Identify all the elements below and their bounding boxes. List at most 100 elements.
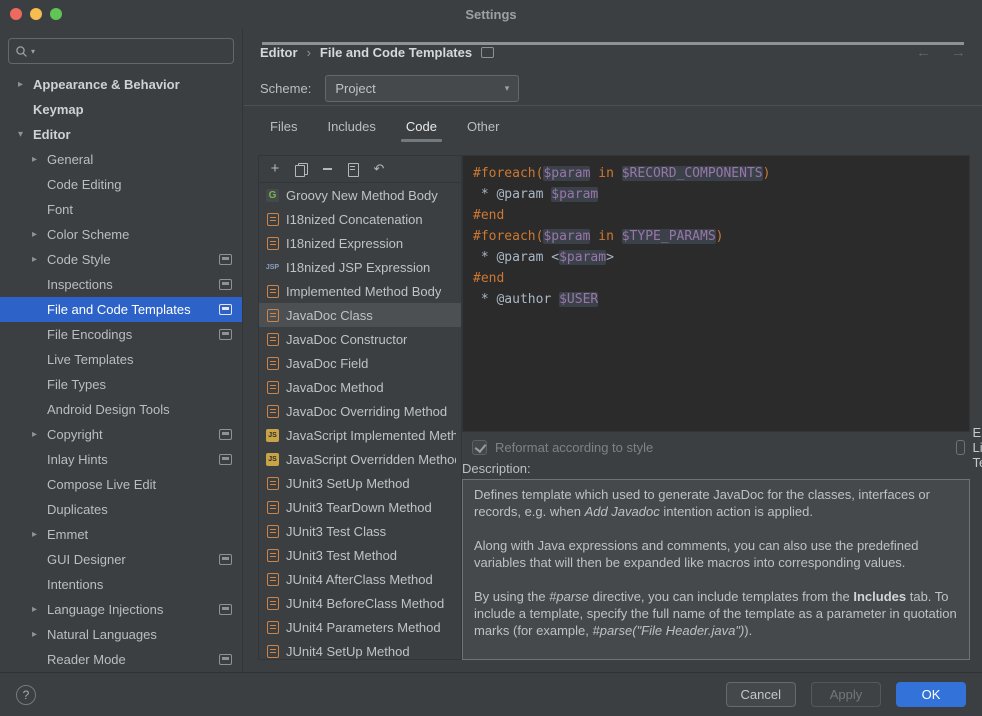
template-item-i18nized-expression[interactable]: I18nized Expression — [259, 231, 461, 255]
template-file-icon — [264, 404, 281, 419]
search-options-chevron-icon[interactable]: ▾ — [31, 47, 35, 56]
template-file-icon — [264, 620, 281, 635]
sidebar-item-android-design-tools[interactable]: Android Design Tools — [0, 397, 242, 422]
sidebar-item-appearance-behavior[interactable]: ▸Appearance & Behavior — [0, 72, 242, 97]
tab-includes[interactable]: Includes — [315, 108, 387, 144]
template-item-implemented-method-body[interactable]: Implemented Method Body — [259, 279, 461, 303]
template-item-javadoc-method[interactable]: JavaDoc Method — [259, 375, 461, 399]
template-file-icon — [264, 548, 281, 563]
template-item-junit4-setup-method[interactable]: JUnit4 SetUp Method — [259, 639, 461, 659]
template-item-junit3-teardown-method[interactable]: JUnit3 TearDown Method — [259, 495, 461, 519]
chevron-right-icon[interactable]: ▸ — [32, 529, 47, 540]
template-item-i18nized-jsp-expression[interactable]: JSPI18nized JSP Expression — [259, 255, 461, 279]
sidebar-item-code-style[interactable]: ▸Code Style — [0, 247, 242, 272]
template-item-javascript-implemented-method[interactable]: JSJavaScript Implemented Method — [259, 423, 461, 447]
sidebar-item-emmet[interactable]: ▸Emmet — [0, 522, 242, 547]
sidebar-item-inspections[interactable]: Inspections — [0, 272, 242, 297]
sidebar-item-gui-designer[interactable]: GUI Designer — [0, 547, 242, 572]
screen-settings-icon — [219, 554, 232, 565]
search-input[interactable] — [38, 44, 227, 59]
sidebar-item-editor[interactable]: ▾Editor — [0, 122, 242, 147]
code-line: * @author $USER — [473, 289, 959, 310]
forward-arrow-icon[interactable]: → — [951, 44, 966, 61]
window-title: Settings — [0, 0, 982, 28]
sidebar-item-code-editing[interactable]: Code Editing — [0, 172, 242, 197]
description-box[interactable]: Defines template which used to generate … — [462, 479, 970, 660]
sidebar-item-natural-languages[interactable]: ▸Natural Languages — [0, 622, 242, 647]
template-item-junit4-beforeclass-method[interactable]: JUnit4 BeforeClass Method — [259, 591, 461, 615]
template-item-junit3-test-method[interactable]: JUnit3 Test Method — [259, 543, 461, 567]
sidebar-item-duplicates[interactable]: Duplicates — [0, 497, 242, 522]
template-code-editor[interactable]: #foreach($param in $RECORD_COMPONENTS) *… — [462, 155, 970, 432]
screen-settings-icon — [219, 329, 232, 340]
template-item-javadoc-field[interactable]: JavaDoc Field — [259, 351, 461, 375]
sidebar-item-file-and-code-templates[interactable]: File and Code Templates — [0, 297, 242, 322]
chevron-right-icon[interactable]: ▸ — [32, 604, 47, 615]
duplicate-icon[interactable] — [344, 161, 362, 177]
template-file-icon — [264, 236, 281, 251]
template-item-junit3-setup-method[interactable]: JUnit3 SetUp Method — [259, 471, 461, 495]
main-panel: Editor › File and Code Templates ← → Sch… — [244, 28, 982, 672]
template-file-icon — [264, 524, 281, 539]
chevron-right-icon[interactable]: ▸ — [32, 229, 47, 240]
template-item-junit3-test-class[interactable]: JUnit3 Test Class — [259, 519, 461, 543]
sidebar-item-copyright[interactable]: ▸Copyright — [0, 422, 242, 447]
chevron-right-icon[interactable]: ▸ — [32, 429, 47, 440]
template-item-junit4-parameters-method[interactable]: JUnit4 Parameters Method — [259, 615, 461, 639]
sidebar-item-file-encodings[interactable]: File Encodings — [0, 322, 242, 347]
sidebar-item-file-types[interactable]: File Types — [0, 372, 242, 397]
sidebar-item-label: Copyright — [47, 427, 103, 442]
template-item-javadoc-constructor[interactable]: JavaDoc Constructor — [259, 327, 461, 351]
sidebar-item-color-scheme[interactable]: ▸Color Scheme — [0, 222, 242, 247]
remove-icon[interactable] — [318, 161, 336, 177]
sidebar-item-label: Language Injections — [47, 602, 163, 617]
sidebar-item-label: Code Editing — [47, 177, 121, 192]
help-button[interactable]: ? — [16, 685, 36, 705]
template-item-groovy-new-method-body[interactable]: GGroovy New Method Body — [259, 183, 461, 207]
scheme-select[interactable]: Project ▾ — [325, 75, 519, 102]
sidebar-item-font[interactable]: Font — [0, 197, 242, 222]
chevron-right-icon[interactable]: ▸ — [18, 79, 33, 90]
sidebar-item-live-templates[interactable]: Live Templates — [0, 347, 242, 372]
search-icon — [15, 45, 28, 58]
options-row: Reformat according to style Enable Live … — [462, 434, 970, 460]
enable-live-templates-checkbox[interactable]: Enable Live Templates — [956, 434, 982, 460]
back-arrow-icon[interactable]: ← — [916, 44, 931, 61]
settings-search-field[interactable]: ▾ — [8, 38, 234, 64]
titlebar: Settings — [0, 0, 982, 28]
sidebar-item-inlay-hints[interactable]: Inlay Hints — [0, 447, 242, 472]
add-icon[interactable] — [266, 161, 284, 177]
screen-settings-icon — [219, 304, 232, 315]
chevron-right-icon[interactable]: ▸ — [32, 154, 47, 165]
chevron-right-icon[interactable]: ▸ — [32, 254, 47, 265]
history-nav: ← → — [916, 44, 966, 61]
sidebar-item-intentions[interactable]: Intentions — [0, 572, 242, 597]
chevron-right-icon[interactable]: ▸ — [32, 629, 47, 640]
template-item-label: I18nized JSP Expression — [286, 260, 430, 275]
sidebar-item-reader-mode[interactable]: Reader Mode — [0, 647, 242, 672]
template-item-i18nized-concatenation[interactable]: I18nized Concatenation — [259, 207, 461, 231]
template-item-label: Implemented Method Body — [286, 284, 441, 299]
chevron-down-icon[interactable]: ▾ — [18, 129, 33, 140]
template-item-label: JavaDoc Class — [286, 308, 373, 323]
reformat-checkbox[interactable]: Reformat according to style — [472, 434, 653, 460]
template-item-javadoc-class[interactable]: JavaDoc Class — [259, 303, 461, 327]
sidebar-item-general[interactable]: ▸General — [0, 147, 242, 172]
rollback-icon[interactable] — [370, 161, 388, 177]
tab-other[interactable]: Other — [455, 108, 512, 144]
tab-files[interactable]: Files — [258, 108, 309, 144]
cancel-button[interactable]: Cancel — [726, 682, 796, 707]
tab-code[interactable]: Code — [394, 108, 449, 144]
sidebar-item-keymap[interactable]: Keymap — [0, 97, 242, 122]
sidebar-item-compose-live-edit[interactable]: Compose Live Edit — [0, 472, 242, 497]
copy-icon[interactable] — [292, 161, 310, 177]
ok-button[interactable]: OK — [896, 682, 966, 707]
template-item-javadoc-overriding-method[interactable]: JavaDoc Overriding Method — [259, 399, 461, 423]
apply-button[interactable]: Apply — [811, 682, 881, 707]
sidebar-item-label: Font — [47, 202, 73, 217]
template-item-javascript-overridden-method[interactable]: JSJavaScript Overridden Method — [259, 447, 461, 471]
sidebar-item-label: File and Code Templates — [47, 302, 191, 317]
settings-tree: ▸Appearance & BehaviorKeymap▾Editor▸Gene… — [0, 72, 242, 672]
sidebar-item-language-injections[interactable]: ▸Language Injections — [0, 597, 242, 622]
template-item-junit4-afterclass-method[interactable]: JUnit4 AfterClass Method — [259, 567, 461, 591]
